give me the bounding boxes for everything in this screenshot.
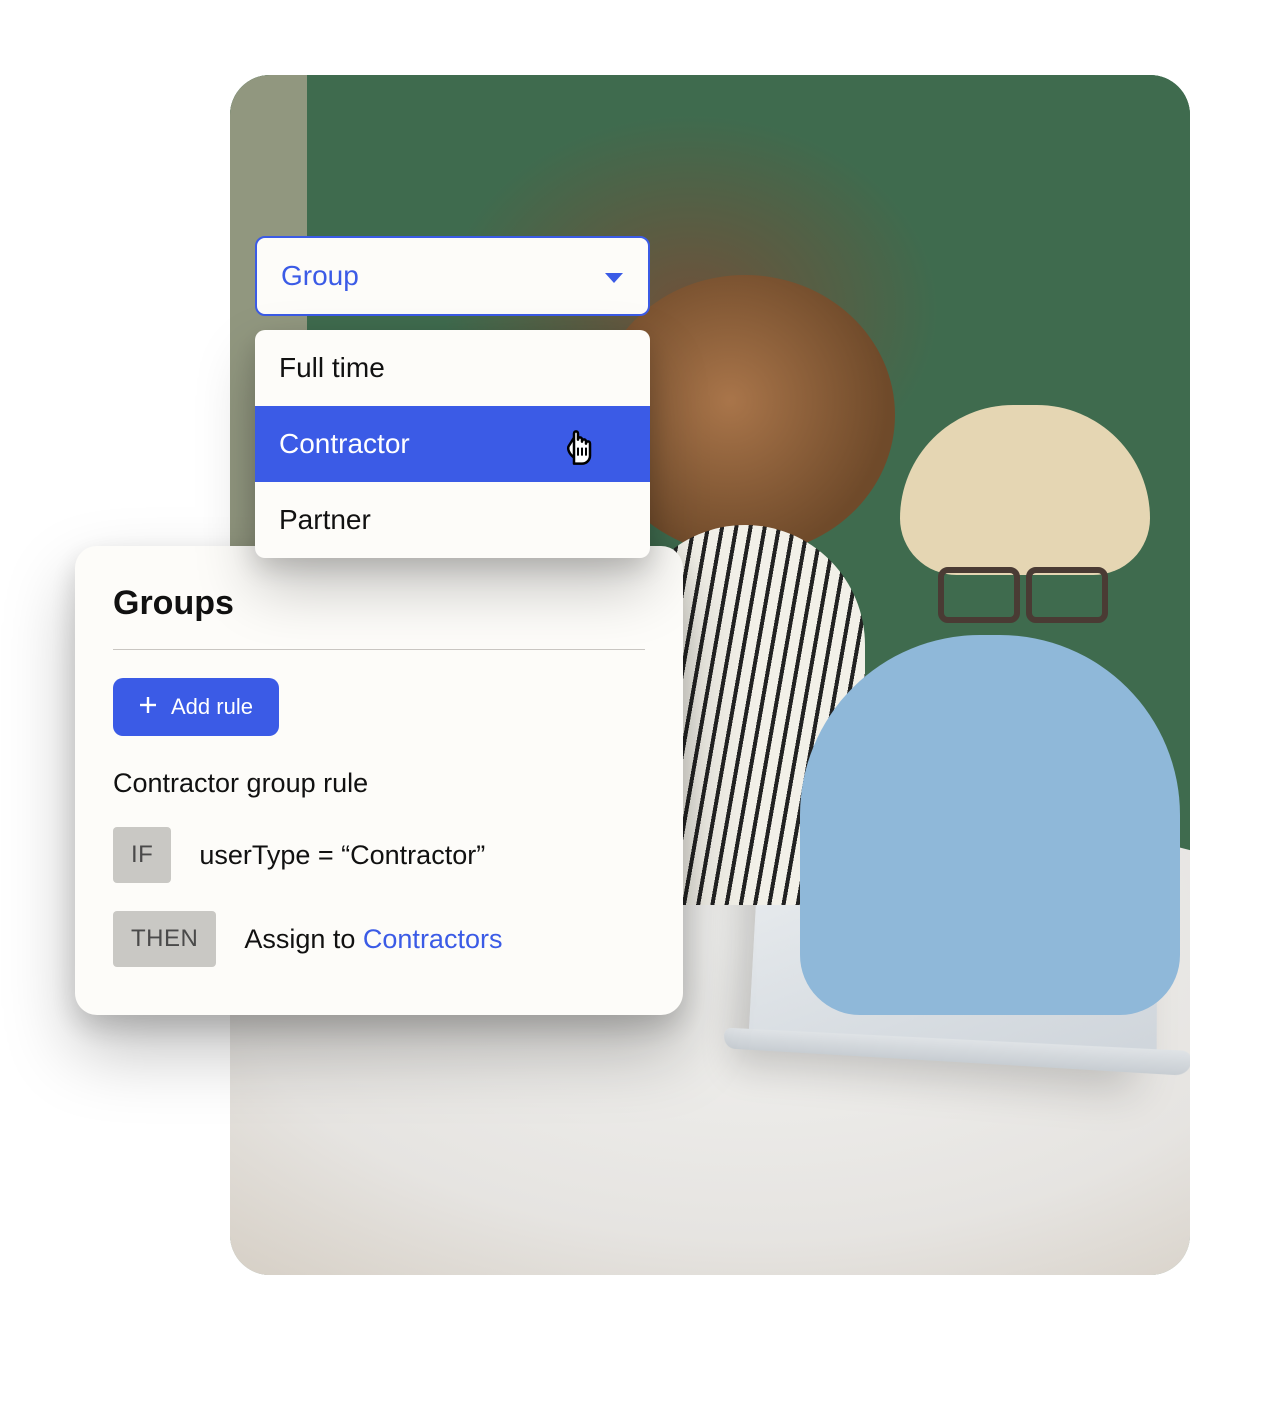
group-dropdown-control[interactable]: Group	[255, 236, 650, 316]
dropdown-item-partner[interactable]: Partner	[255, 482, 650, 558]
then-expression: Assign to Contractors	[244, 924, 502, 955]
rule-if-row: IF userType = “Contractor”	[113, 827, 645, 883]
group-dropdown-list: Full time Contractor Partner	[255, 330, 650, 558]
pointer-cursor-icon	[560, 418, 602, 466]
add-rule-button[interactable]: Add rule	[113, 678, 279, 736]
dropdown-item-label: Partner	[279, 504, 371, 535]
if-token: IF	[113, 827, 171, 883]
rule-then-row: THEN Assign to Contractors	[113, 911, 645, 967]
chevron-down-icon	[604, 260, 624, 292]
rule-title: Contractor group rule	[113, 768, 645, 799]
groups-card: Groups Add rule Contractor group rule IF…	[75, 546, 683, 1015]
then-token: THEN	[113, 911, 216, 967]
dropdown-item-full-time[interactable]: Full time	[255, 330, 650, 406]
dropdown-item-contractor[interactable]: Contractor	[255, 406, 650, 482]
divider	[113, 649, 645, 650]
dropdown-item-label: Full time	[279, 352, 385, 383]
contractors-link[interactable]: Contractors	[363, 924, 503, 954]
laptop-illustration	[749, 777, 1159, 1058]
add-rule-label: Add rule	[171, 694, 253, 720]
groups-title: Groups	[113, 584, 645, 623]
plus-icon	[139, 694, 157, 720]
then-prefix: Assign to	[244, 924, 363, 954]
dropdown-item-label: Contractor	[279, 428, 410, 459]
if-expression: userType = “Contractor”	[199, 840, 485, 871]
group-dropdown: Group Full time Contractor Partner	[255, 236, 650, 558]
group-dropdown-label: Group	[281, 260, 359, 292]
